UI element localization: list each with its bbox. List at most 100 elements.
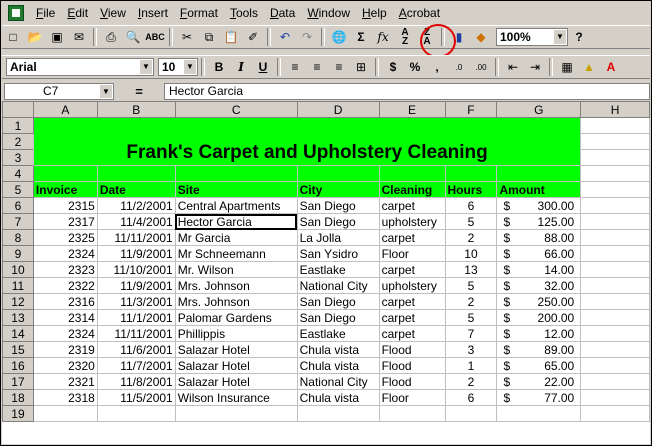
cell[interactable] [96,165,176,182]
cell-cleaning[interactable]: Floor [378,245,446,262]
cell-amount[interactable]: $200.00 [496,309,582,326]
header-date[interactable]: Date [96,181,176,198]
header-city[interactable]: City [296,181,380,198]
cell-date[interactable]: 11/8/2001 [96,373,176,390]
cell-hours[interactable]: 10 [444,245,498,262]
cell-date[interactable]: 11/11/2001 [96,229,176,246]
cell-amount[interactable]: $250.00 [496,293,582,310]
row-header[interactable]: 16 [2,357,34,374]
name-box[interactable]: C7 ▼ [4,82,114,100]
cell-site[interactable]: Salazar Hotel [174,373,298,390]
cell-invoice[interactable]: 2314 [32,309,98,326]
cell-site[interactable]: Salazar Hotel [174,357,298,374]
row-header[interactable]: 12 [2,293,34,310]
title-cell[interactable]: Frank's Carpet and Upholstery Cleaning [32,117,582,166]
cell-invoice[interactable]: 2318 [32,389,98,406]
cell-amount[interactable]: $88.00 [496,229,582,246]
cell[interactable] [496,405,582,422]
cell-city[interactable]: Chula vista [296,341,380,358]
cell-invoice[interactable]: 2317 [32,213,98,230]
cell[interactable] [580,261,650,278]
cell-invoice[interactable]: 2316 [32,293,98,310]
underline-icon[interactable]: U [253,57,273,77]
increase-indent-icon[interactable]: ⇥ [525,57,545,77]
cell-city[interactable]: San Diego [296,293,380,310]
cell-invoice[interactable]: 2322 [32,277,98,294]
menu-help[interactable]: Help [356,6,393,20]
cell-amount[interactable]: $14.00 [496,261,582,278]
menu-window[interactable]: Window [301,6,356,20]
spelling-icon[interactable]: ABC [145,27,165,47]
cell-amount[interactable]: $32.00 [496,277,582,294]
menu-acrobat[interactable]: Acrobat [393,6,446,20]
cell-date[interactable]: 11/10/2001 [96,261,176,278]
header-invoice[interactable]: Invoice [32,181,98,198]
print-preview-icon[interactable]: 🔍 [123,27,143,47]
cell-hours[interactable]: 5 [444,277,498,294]
cell-hours[interactable]: 3 [444,341,498,358]
drawing-icon[interactable]: ◆ [471,27,491,47]
column-header-c[interactable]: C [174,101,298,118]
cell[interactable] [580,277,650,294]
row-header[interactable]: 10 [2,261,34,278]
cell-hours[interactable]: 7 [444,325,498,342]
cell[interactable] [378,405,446,422]
row-header[interactable]: 6 [2,197,34,214]
cell-date[interactable]: 11/1/2001 [96,309,176,326]
column-header-e[interactable]: E [378,101,446,118]
cell-site[interactable]: Mr Schneemann [174,245,298,262]
row-header[interactable]: 14 [2,325,34,342]
cell-site[interactable]: Mr. Wilson [174,261,298,278]
cell-city[interactable]: Eastlake [296,261,380,278]
cell-site[interactable]: Central Apartments [174,197,298,214]
header-cleaning[interactable]: Cleaning [378,181,446,198]
column-header-d[interactable]: D [296,101,380,118]
menu-data[interactable]: Data [264,6,301,20]
cell[interactable] [580,181,650,198]
italic-icon[interactable]: I [231,57,251,77]
cell-city[interactable]: National City [296,373,380,390]
cell-invoice[interactable]: 2315 [32,197,98,214]
chevron-down-icon[interactable]: ▼ [184,60,196,74]
cell-invoice[interactable]: 2323 [32,261,98,278]
cell-site[interactable]: Phillippis [174,325,298,342]
currency-icon[interactable]: $ [383,57,403,77]
row-header[interactable]: 8 [2,229,34,246]
autosum-icon[interactable]: Σ [351,27,371,47]
cell[interactable] [296,405,380,422]
font-color-icon[interactable]: A [601,57,621,77]
percent-icon[interactable]: % [405,57,425,77]
cell-city[interactable]: San Diego [296,197,380,214]
cell[interactable] [580,293,650,310]
cell-hours[interactable]: 6 [444,197,498,214]
cell-city[interactable]: Chula vista [296,389,380,406]
cell-site[interactable]: Mrs. Johnson [174,277,298,294]
cell-site[interactable]: Mrs. Johnson [174,293,298,310]
email-icon[interactable]: ✉ [69,27,89,47]
header-site[interactable]: Site [174,181,298,198]
row-header[interactable]: 19 [2,405,34,422]
cell[interactable] [580,165,650,182]
cell-date[interactable]: 11/11/2001 [96,325,176,342]
menu-insert[interactable]: Insert [132,6,174,20]
cell-invoice[interactable]: 2319 [32,341,98,358]
increase-decimal-icon[interactable]: .0 [449,57,469,77]
cell[interactable] [580,197,650,214]
cell-cleaning[interactable]: Floor [378,389,446,406]
chevron-down-icon[interactable]: ▼ [100,84,112,98]
menu-format[interactable]: Format [174,6,224,20]
row-header[interactable]: 7 [2,213,34,230]
cell-city[interactable]: San Diego [296,213,380,230]
cell[interactable] [580,325,650,342]
merge-center-icon[interactable]: ⊞ [351,57,371,77]
paste-icon[interactable]: 📋 [221,27,241,47]
excel-app-icon[interactable] [8,5,24,21]
zoom-select[interactable]: 100% ▼ [496,28,568,46]
cell-city[interactable]: San Ysidro [296,245,380,262]
cell[interactable] [580,149,650,166]
undo-icon[interactable]: ↶ [275,27,295,47]
cell-date[interactable]: 11/9/2001 [96,277,176,294]
row-header[interactable]: 11 [2,277,34,294]
fill-color-icon[interactable]: ▲ [579,57,599,77]
row-header[interactable]: 3 [2,149,34,166]
